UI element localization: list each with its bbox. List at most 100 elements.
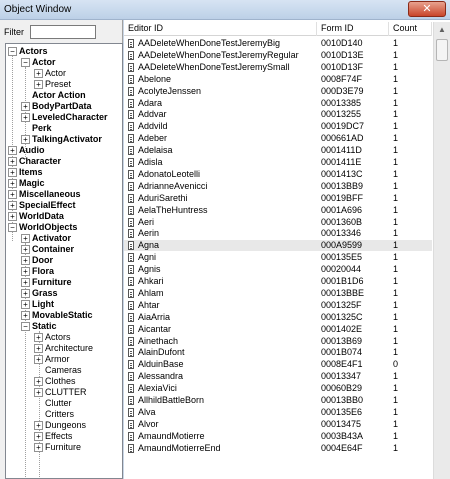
filter-input[interactable]: [30, 25, 96, 39]
expand-icon[interactable]: +: [34, 333, 43, 343]
expand-icon[interactable]: +: [21, 289, 30, 299]
tree-item[interactable]: − Actor: [21, 57, 56, 68]
tree-item[interactable]: + TalkingActivator: [21, 134, 102, 145]
tree-item[interactable]: + Miscellaneous: [8, 189, 81, 200]
table-row[interactable]: Addvild 00019DC7 1: [124, 121, 432, 132]
expand-icon[interactable]: +: [8, 146, 17, 156]
table-row[interactable]: Aeri 0001360B 1: [124, 217, 432, 228]
tree-item[interactable]: Cameras: [34, 365, 82, 376]
table-row[interactable]: AlexiaVici 00060B29 1: [124, 383, 432, 394]
table-row[interactable]: AADeleteWhenDoneTestJeremyRegular 0010D13…: [124, 50, 432, 61]
tree-item[interactable]: + Furniture: [21, 277, 72, 288]
column-header-form-id[interactable]: Form ID: [317, 22, 389, 36]
table-row[interactable]: Ahtar 0001325F 1: [124, 300, 432, 311]
expand-icon[interactable]: +: [21, 311, 30, 321]
collapse-icon[interactable]: −: [8, 47, 17, 57]
column-header-count[interactable]: Count: [389, 22, 432, 36]
expand-icon[interactable]: +: [21, 267, 30, 277]
tree-item[interactable]: + Container: [21, 244, 74, 255]
table-row[interactable]: AdrianneAvenicci 00013BB9 1: [124, 181, 432, 192]
tree-item[interactable]: + Preset: [34, 79, 71, 90]
tree-item[interactable]: + Clothes: [34, 376, 76, 387]
scroll-up-arrow-icon[interactable]: ▲: [434, 22, 450, 38]
tree-item[interactable]: + Magic: [8, 178, 45, 189]
tree-item[interactable]: + Armor: [34, 354, 70, 365]
tree-item[interactable]: Critters: [34, 409, 74, 420]
expand-icon[interactable]: +: [21, 256, 30, 266]
tree-item[interactable]: + Character: [8, 156, 61, 167]
tree-item[interactable]: + WorldData: [8, 211, 64, 222]
tree-item[interactable]: + Items: [8, 167, 43, 178]
tree-item[interactable]: + Door: [21, 255, 53, 266]
expand-icon[interactable]: +: [21, 234, 30, 244]
expand-icon[interactable]: +: [34, 388, 43, 398]
table-row[interactable]: Agna 000A9599 1: [124, 240, 432, 252]
tree-item[interactable]: + Actor: [34, 68, 66, 79]
table-row[interactable]: Agnis 00020044 1: [124, 264, 432, 275]
tree-item[interactable]: Actor Action: [21, 90, 86, 101]
expand-icon[interactable]: +: [8, 212, 17, 222]
tree-item[interactable]: Perk: [21, 123, 52, 134]
tree-item[interactable]: − Actors: [8, 46, 48, 57]
expand-icon[interactable]: +: [8, 179, 17, 189]
table-row[interactable]: Ahkari 0001B1D6 1: [124, 276, 432, 287]
table-row[interactable]: Alva 000135E6 1: [124, 407, 432, 418]
table-row[interactable]: AlainDufont 0001B074 1: [124, 347, 432, 358]
table-row[interactable]: Adelaisa 0001411D 1: [124, 145, 432, 156]
tree-item[interactable]: − Static: [21, 321, 57, 332]
table-row[interactable]: AlduinBase 0008E4F1 0: [124, 359, 432, 370]
expand-icon[interactable]: +: [34, 432, 43, 442]
table-row[interactable]: AllhildBattleBorn 00013BB0 1: [124, 395, 432, 406]
table-row[interactable]: Alvor 00013475 1: [124, 419, 432, 430]
tree-item[interactable]: + Activator: [21, 233, 71, 244]
tree-item[interactable]: + Audio: [8, 145, 45, 156]
table-row[interactable]: Addvar 00013255 1: [124, 109, 432, 120]
tree-item[interactable]: + CLUTTER: [34, 387, 87, 398]
tree-item[interactable]: + Effects: [34, 431, 72, 442]
category-tree[interactable]: − Actors − Actor + Actor + Preset Actor Action + B…: [5, 43, 123, 479]
close-button[interactable]: ✕: [408, 1, 446, 17]
expand-icon[interactable]: +: [21, 113, 30, 123]
table-row[interactable]: Adara 00013385 1: [124, 98, 432, 109]
column-header-editor-id[interactable]: Editor ID: [124, 22, 317, 36]
tree-item[interactable]: − WorldObjects: [8, 222, 77, 233]
expand-icon[interactable]: +: [21, 102, 30, 112]
tree-item[interactable]: + Architecture: [34, 343, 93, 354]
table-row[interactable]: Adisla 0001411E 1: [124, 157, 432, 168]
expand-icon[interactable]: +: [34, 69, 43, 79]
expand-icon[interactable]: +: [34, 377, 43, 387]
tree-item[interactable]: + Grass: [21, 288, 58, 299]
tree-item[interactable]: + LeveledCharacter: [21, 112, 108, 123]
table-row[interactable]: Aicantar 0001402E 1: [124, 324, 432, 335]
tree-item[interactable]: + BodyPartData: [21, 101, 92, 112]
table-row[interactable]: AmaundMotierreEnd 0004E64F 1: [124, 443, 432, 454]
expand-icon[interactable]: +: [34, 344, 43, 354]
expand-icon[interactable]: +: [21, 278, 30, 288]
table-row[interactable]: Alessandra 00013347 1: [124, 371, 432, 382]
tree-item[interactable]: Clutter: [34, 398, 72, 409]
expand-icon[interactable]: +: [34, 80, 43, 90]
tree-item[interactable]: + SpecialEffect: [8, 200, 76, 211]
table-row[interactable]: Adeber 000661AD 1: [124, 133, 432, 144]
table-row[interactable]: AcolyteJenssen 000D3E79 1: [124, 86, 432, 97]
table-row[interactable]: Agni 000135E5 1: [124, 252, 432, 263]
expand-icon[interactable]: +: [8, 157, 17, 167]
table-row[interactable]: AdonatoLeotelli 0001413C 1: [124, 169, 432, 180]
table-row[interactable]: Ainethach 00013B69 1: [124, 336, 432, 347]
expand-icon[interactable]: +: [8, 201, 17, 211]
object-list[interactable]: Editor ID Form ID Count AADeleteWhenDone…: [124, 20, 450, 479]
table-row[interactable]: AmaundMotierre 0003B43A 1: [124, 431, 432, 442]
table-row[interactable]: AiaArria 0001325C 1: [124, 312, 432, 323]
table-row[interactable]: AADeleteWhenDoneTestJeremySmall 0010D13F 1: [124, 62, 432, 73]
table-row[interactable]: Abelone 0008F74F 1: [124, 74, 432, 85]
expand-icon[interactable]: +: [34, 355, 43, 365]
expand-icon[interactable]: +: [21, 135, 30, 145]
table-row[interactable]: Aerin 00013346 1: [124, 228, 432, 239]
expand-icon[interactable]: +: [8, 168, 17, 178]
table-row[interactable]: Ahlam 00013BBE 1: [124, 288, 432, 299]
collapse-icon[interactable]: −: [8, 223, 17, 233]
expand-icon[interactable]: +: [21, 300, 30, 310]
vertical-scrollbar[interactable]: ▲: [433, 22, 450, 479]
tree-item[interactable]: + Actors: [34, 332, 71, 343]
tree-item[interactable]: + Furniture: [34, 442, 81, 453]
